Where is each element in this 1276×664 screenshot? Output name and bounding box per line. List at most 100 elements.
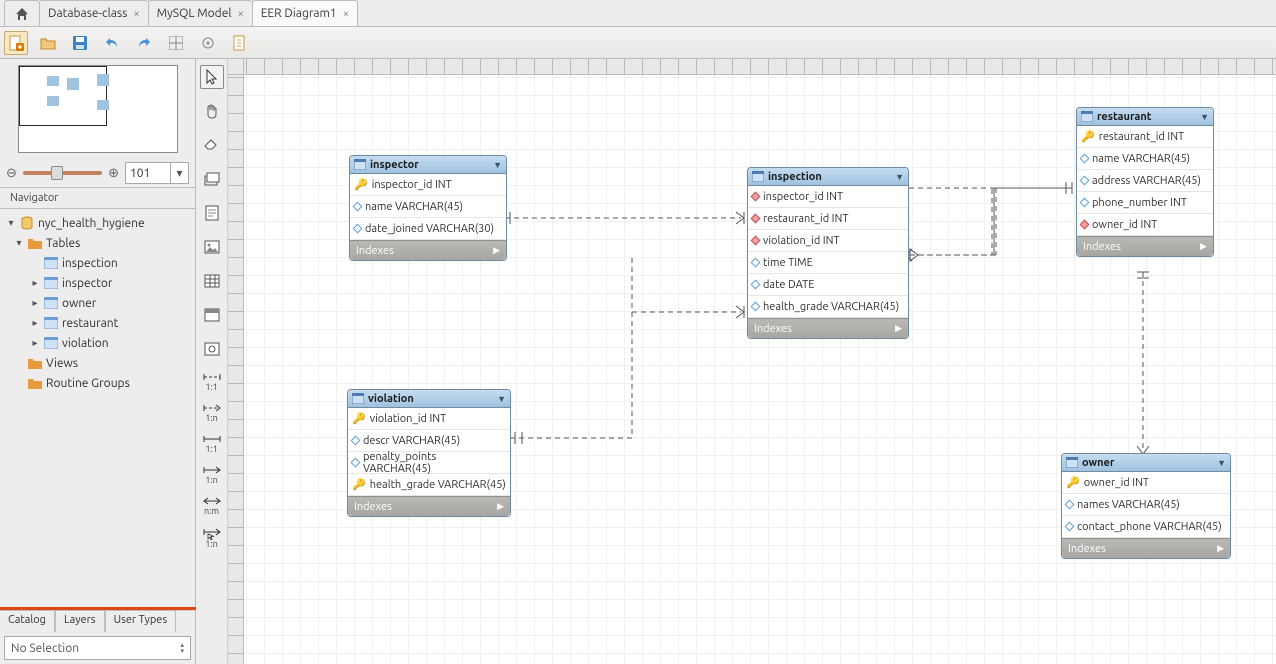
zoom-dropdown[interactable]: ▾ — [171, 162, 189, 184]
expand-icon[interactable]: ▾ — [14, 237, 24, 249]
entity-header[interactable]: restaurant▼ — [1077, 108, 1213, 126]
entity-header[interactable]: inspection▼ — [748, 168, 908, 186]
entity-column[interactable]: health_grade VARCHAR(45) — [748, 296, 908, 318]
tool-rel-existing[interactable]: 1:n — [202, 526, 222, 549]
entity-restaurant[interactable]: restaurant▼🔑restaurant_id INTname VARCHA… — [1076, 107, 1214, 257]
tree-schema[interactable]: ▾ nyc_health_hygiene — [2, 213, 193, 233]
tab-database-class[interactable]: Database-class × — [39, 0, 149, 26]
tab-user-types[interactable]: User Types — [105, 610, 177, 632]
entity-column[interactable]: penalty_points VARCHAR(45) — [348, 452, 510, 474]
entity-column[interactable]: 🔑owner_id INT — [1062, 472, 1230, 494]
entity-column[interactable]: owner_id INT — [1077, 214, 1213, 236]
close-icon[interactable]: × — [133, 8, 139, 20]
entity-owner[interactable]: owner▼🔑owner_id INTnames VARCHAR(45)cont… — [1061, 453, 1231, 559]
indexes-group[interactable]: Indexes▶ — [1062, 538, 1230, 558]
grid-settings-button[interactable] — [164, 31, 188, 55]
tool-layer[interactable] — [200, 167, 224, 191]
close-icon[interactable]: × — [343, 8, 349, 20]
zoom-out-icon[interactable]: ⊖ — [6, 166, 17, 181]
tool-routine[interactable] — [200, 337, 224, 361]
expand-icon[interactable]: ▶ — [493, 245, 500, 256]
entity-header[interactable]: owner▼ — [1062, 454, 1230, 472]
tree-routines-group[interactable]: ▸ Routine Groups — [2, 373, 193, 393]
entity-header[interactable]: inspector▼ — [350, 156, 506, 174]
entity-column[interactable]: 🔑health_grade VARCHAR(45) — [348, 474, 510, 496]
selection-dropdown[interactable]: No Selection ▴▾ — [4, 636, 191, 660]
diagram-overview-thumbnail[interactable] — [18, 65, 178, 153]
expand-icon[interactable]: ▸ — [30, 297, 40, 309]
zoom-slider[interactable] — [23, 171, 102, 175]
tool-hand[interactable] — [200, 99, 224, 123]
entity-inspector[interactable]: inspector▼🔑inspector_id INTname VARCHAR(… — [349, 155, 507, 261]
entity-header[interactable]: violation▼ — [348, 390, 510, 408]
expand-icon[interactable]: ▸ — [30, 317, 40, 329]
entity-column[interactable]: restaurant_id INT — [748, 208, 908, 230]
entity-column[interactable]: violation_id INT — [748, 230, 908, 252]
tree-table-violation[interactable]: ▸violation — [2, 333, 193, 353]
indexes-group[interactable]: Indexes▶ — [748, 318, 908, 338]
redo-button[interactable] — [132, 31, 156, 55]
collapse-icon[interactable]: ▼ — [1217, 458, 1226, 468]
entity-column[interactable]: inspector_id INT — [748, 186, 908, 208]
entity-column[interactable]: phone_number INT — [1077, 192, 1213, 214]
indexes-group[interactable]: Indexes▶ — [350, 240, 506, 260]
new-file-button[interactable] — [4, 31, 28, 55]
collapse-icon[interactable]: ▼ — [895, 172, 904, 182]
expand-icon[interactable]: ▶ — [895, 323, 902, 334]
tab-eer-diagram[interactable]: EER Diagram1 × — [252, 0, 358, 26]
entity-inspection[interactable]: inspection▼inspector_id INTrestaurant_id… — [747, 167, 909, 339]
entity-column[interactable]: names VARCHAR(45) — [1062, 494, 1230, 516]
entity-column[interactable]: contact_phone VARCHAR(45) — [1062, 516, 1230, 538]
entity-column[interactable]: descr VARCHAR(45) — [348, 430, 510, 452]
tool-rel-1-n-nonid[interactable]: 1:n — [202, 402, 222, 423]
entity-violation[interactable]: violation▼🔑violation_id INTdescr VARCHAR… — [347, 389, 511, 517]
entity-column[interactable]: name VARCHAR(45) — [1077, 148, 1213, 170]
indexes-group[interactable]: Indexes▶ — [1077, 236, 1213, 256]
entity-column[interactable]: 🔑inspector_id INT — [350, 174, 506, 196]
entity-column[interactable]: name VARCHAR(45) — [350, 196, 506, 218]
diagram-canvas[interactable]: inspector▼🔑inspector_id INTname VARCHAR(… — [228, 59, 1276, 664]
tool-table[interactable] — [200, 269, 224, 293]
tool-eraser[interactable] — [200, 133, 224, 157]
expand-icon[interactable]: ▶ — [1217, 543, 1224, 554]
indexes-group[interactable]: Indexes▶ — [348, 496, 510, 516]
close-icon[interactable]: × — [237, 8, 243, 20]
tool-view[interactable] — [200, 303, 224, 327]
collapse-icon[interactable]: ▼ — [1200, 112, 1209, 122]
tool-note[interactable] — [200, 201, 224, 225]
undo-button[interactable] — [100, 31, 124, 55]
entity-column[interactable]: 🔑violation_id INT — [348, 408, 510, 430]
navigator-tab[interactable]: Navigator — [0, 192, 68, 204]
tool-rel-1-n-id[interactable]: 1:n — [202, 464, 222, 485]
tab-mysql-model[interactable]: MySQL Model × — [148, 0, 253, 26]
zoom-value-input[interactable]: 101 — [125, 162, 171, 184]
tool-rel-1-1-id[interactable]: 1:1 — [202, 433, 222, 454]
entity-column[interactable]: address VARCHAR(45) — [1077, 170, 1213, 192]
entity-column[interactable]: time TIME — [748, 252, 908, 274]
collapse-icon[interactable]: ▼ — [497, 394, 506, 404]
open-file-button[interactable] — [36, 31, 60, 55]
entity-column[interactable]: date DATE — [748, 274, 908, 296]
tab-home[interactable] — [4, 0, 40, 26]
expand-icon[interactable]: ▸ — [30, 337, 40, 349]
export-button[interactable] — [228, 31, 252, 55]
expand-icon[interactable]: ▶ — [1200, 241, 1207, 252]
zoom-in-icon[interactable]: ⊕ — [108, 166, 119, 181]
tree-views-group[interactable]: ▸ Views — [2, 353, 193, 373]
tool-pointer[interactable] — [200, 65, 224, 89]
expand-icon[interactable]: ▾ — [6, 217, 16, 229]
expand-icon[interactable]: ▸ — [30, 277, 40, 289]
save-button[interactable] — [68, 31, 92, 55]
tool-image[interactable] — [200, 235, 224, 259]
tool-rel-1-1-nonid[interactable]: 1:1 — [202, 371, 222, 392]
tree-table-inspection[interactable]: ▸inspection — [2, 253, 193, 273]
entity-column[interactable]: 🔑restaurant_id INT — [1077, 126, 1213, 148]
tree-table-restaurant[interactable]: ▸restaurant — [2, 313, 193, 333]
tool-rel-n-m[interactable]: n:m — [202, 495, 222, 516]
expand-icon[interactable]: ▶ — [497, 501, 504, 512]
tree-table-inspector[interactable]: ▸inspector — [2, 273, 193, 293]
tab-layers[interactable]: Layers — [55, 610, 105, 632]
collapse-icon[interactable]: ▼ — [493, 160, 502, 170]
entity-column[interactable]: date_joined VARCHAR(30) — [350, 218, 506, 240]
tab-catalog[interactable]: Catalog — [0, 610, 55, 632]
